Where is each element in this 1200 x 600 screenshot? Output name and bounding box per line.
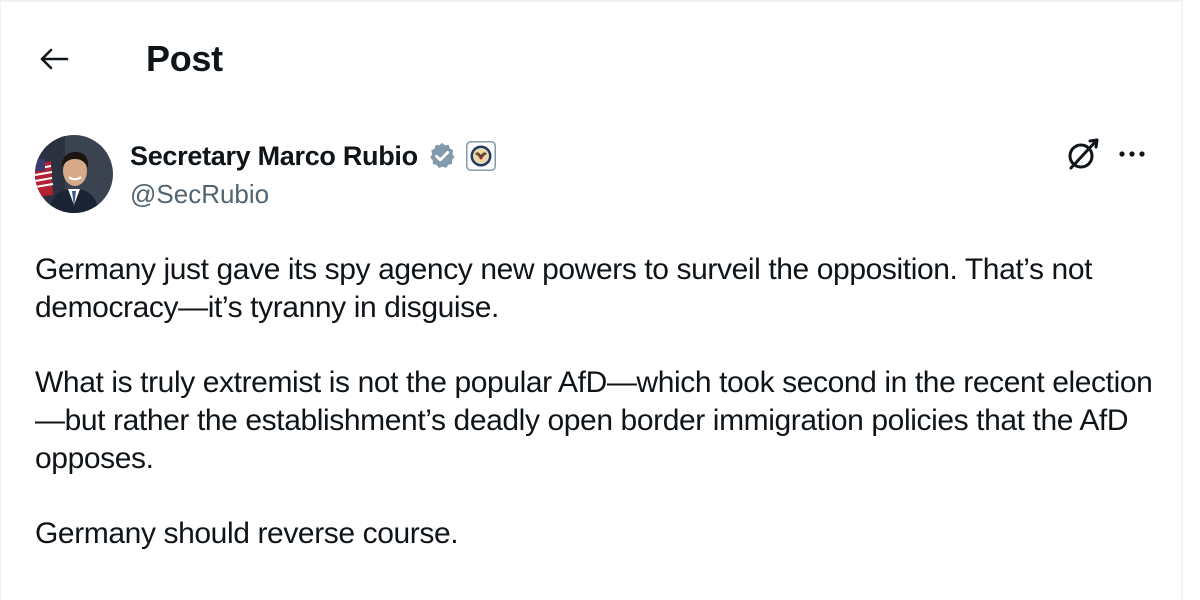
post-paragraph: What is truly extremist is not the popul… (35, 366, 1153, 475)
verified-badge-icon[interactable] (427, 141, 457, 171)
post-paragraph: Germany should reverse course. (35, 517, 459, 550)
avatar[interactable] (35, 135, 113, 213)
back-button[interactable] (37, 44, 71, 74)
avatar-portrait-image (35, 135, 113, 213)
author-handle[interactable]: @SecRubio (130, 179, 269, 210)
post-paragraph: Germany just gave its spy agency new pow… (35, 253, 1093, 324)
grok-icon[interactable] (1064, 135, 1102, 173)
post-text: Germany just gave its spy agency new pow… (35, 251, 1175, 590)
author-row: Secretary Marco Rubio (130, 138, 496, 174)
page-title: Post (146, 38, 223, 79)
more-options-icon[interactable] (1114, 140, 1150, 168)
state-department-seal-icon[interactable] (465, 141, 496, 171)
author-name[interactable]: Secretary Marco Rubio (130, 141, 418, 172)
arrow-left-icon (40, 48, 69, 70)
post-detail-panel: Post Secretary Marco Rubio @SecRubio Ger… (0, 0, 1183, 600)
